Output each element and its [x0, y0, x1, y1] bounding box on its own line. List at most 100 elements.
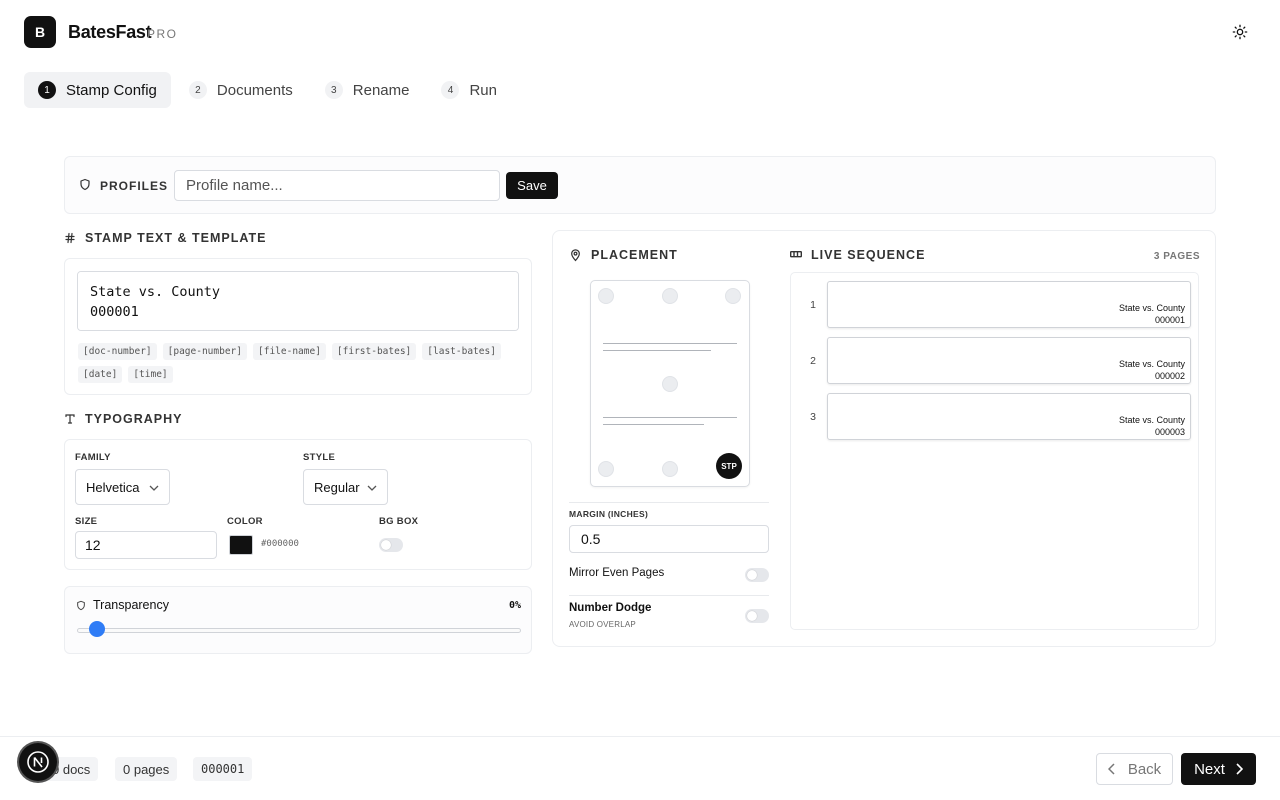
next-button[interactable]: Next: [1181, 753, 1256, 785]
font-size-input[interactable]: [75, 531, 217, 559]
token-file-name[interactable]: [file-name]: [253, 343, 326, 360]
sequence-stamp: State vs. County 000003: [1119, 414, 1185, 438]
dev-tools-badge[interactable]: [19, 743, 57, 781]
stamp-text-heading: STAMP TEXT & TEMPLATE: [64, 231, 266, 245]
position-center[interactable]: [662, 376, 678, 392]
typography-heading-label: TYPOGRAPHY: [85, 412, 183, 426]
sequence-stamp-line1: State vs. County: [1118, 415, 1185, 425]
profile-name-input[interactable]: [174, 170, 500, 201]
page-placement-preview: STP: [590, 280, 750, 487]
position-top-center[interactable]: [662, 288, 678, 304]
hash-icon: [65, 232, 75, 244]
app-tier-badge: PRO: [147, 27, 178, 41]
chevron-right-icon: [1236, 763, 1243, 775]
token-page-number[interactable]: [page-number]: [162, 343, 247, 360]
color-swatch[interactable]: [229, 535, 253, 555]
mirror-even-pages-label: Mirror Even Pages: [569, 567, 665, 579]
wizard-steps: 1 Stamp Config 2 Documents 3 Rename 4 Ru…: [24, 72, 515, 108]
bates-start-chip: 000001: [193, 757, 253, 781]
transparency-slider-thumb[interactable]: [89, 621, 105, 637]
live-sequence-heading-label: LIVE SEQUENCE: [811, 248, 926, 262]
step-run[interactable]: 4 Run: [427, 72, 511, 108]
app-name: BatesFast: [68, 22, 152, 42]
page-line: [603, 350, 711, 351]
sequence-page-preview: State vs. County 000003: [827, 393, 1191, 440]
app-logo-letter: B: [34, 24, 46, 40]
number-dodge-sublabel: AVOID OVERLAP: [569, 620, 636, 629]
step-stamp-config[interactable]: 1 Stamp Config: [24, 72, 171, 108]
position-top-left[interactable]: [598, 288, 614, 304]
page-line: [603, 424, 704, 425]
token-last-bates[interactable]: [last-bates]: [422, 343, 501, 360]
sequence-page-count: 3 PAGES: [1153, 251, 1200, 262]
step-number: 1: [38, 81, 56, 99]
pages-count-chip: 0 pages: [115, 757, 178, 781]
live-sequence-list: 1 State vs. County 000001 2 State vs. Co…: [790, 272, 1199, 630]
sequence-stamp-line1: State vs. County: [1118, 359, 1185, 369]
bg-box-label: BG BOX: [379, 516, 419, 527]
mirror-even-pages-toggle[interactable]: [745, 568, 769, 582]
back-button-label: Back: [1127, 760, 1162, 778]
back-button[interactable]: Back: [1096, 753, 1173, 785]
shield-icon: [80, 178, 90, 191]
transparency-slider-track[interactable]: [77, 628, 521, 633]
font-style-value: Regular: [314, 479, 360, 495]
next-button-label: Next: [1194, 760, 1225, 778]
size-label: SIZE: [75, 516, 98, 527]
margin-input[interactable]: [569, 525, 769, 553]
bg-box-toggle[interactable]: [379, 538, 403, 552]
page-line: [603, 343, 737, 344]
step-rename[interactable]: 3 Rename: [311, 72, 424, 108]
n-logo-icon: [27, 751, 49, 773]
chevron-down-icon: [149, 485, 159, 491]
font-family-value: Helvetica: [86, 479, 140, 495]
template-tokens: [doc-number] [page-number] [file-name] […: [78, 343, 518, 383]
font-style-select[interactable]: Regular: [303, 469, 388, 505]
chevron-down-icon: [367, 485, 377, 491]
sequence-stamp-line2: 000001: [1154, 315, 1185, 325]
family-label: FAMILY: [75, 452, 111, 463]
sequence-page-number: 1: [810, 299, 816, 311]
barcode-icon: [790, 251, 802, 258]
step-label: Documents: [216, 81, 293, 99]
position-bottom-center[interactable]: [662, 461, 678, 477]
theme-toggle-button[interactable]: [1230, 22, 1250, 42]
transparency-value: 0%: [508, 600, 521, 611]
app-logo: B: [24, 16, 56, 48]
typography-heading: TYPOGRAPHY: [64, 412, 183, 426]
type-icon: [65, 414, 75, 424]
sequence-stamp: State vs. County 000002: [1119, 358, 1185, 382]
placement-sequence-card: PLACEMENT STP MARGIN (INCHES) Mirror Eve…: [552, 230, 1216, 647]
save-profile-button[interactable]: Save: [506, 172, 558, 199]
sequence-page-preview: State vs. County 000001: [827, 281, 1191, 328]
live-sequence-heading: LIVE SEQUENCE: [790, 248, 925, 262]
font-family-select[interactable]: Helvetica: [75, 469, 170, 505]
sequence-page-number: 2: [810, 355, 816, 367]
stamp-text-heading-label: STAMP TEXT & TEMPLATE: [85, 231, 267, 245]
position-bottom-left[interactable]: [598, 461, 614, 477]
sequence-stamp: State vs. County 000001: [1119, 302, 1185, 326]
sun-icon: [1232, 24, 1248, 40]
chevron-left-icon: [1107, 763, 1115, 775]
position-bottom-right-selected[interactable]: STP: [716, 453, 742, 479]
divider: [569, 502, 769, 503]
sequence-stamp-line1: State vs. County: [1118, 303, 1185, 313]
sequence-page-preview: State vs. County 000002: [827, 337, 1191, 384]
token-first-bates[interactable]: [first-bates]: [331, 343, 417, 360]
number-dodge-toggle[interactable]: [745, 609, 769, 623]
token-time[interactable]: [time]: [128, 366, 173, 383]
position-top-right[interactable]: [725, 288, 741, 304]
margin-label: MARGIN (INCHES): [569, 509, 649, 519]
sequence-stamp-line2: 000002: [1154, 371, 1185, 381]
step-documents[interactable]: 2 Documents: [175, 72, 307, 108]
number-dodge-label: Number Dodge: [569, 602, 652, 614]
sequence-page-number: 3: [810, 411, 816, 423]
step-label: Stamp Config: [66, 81, 157, 99]
token-doc-number[interactable]: [doc-number]: [78, 343, 157, 360]
sequence-stamp-line2: 000003: [1154, 427, 1185, 437]
style-label: STYLE: [303, 452, 336, 463]
token-date[interactable]: [date]: [78, 366, 123, 383]
color-label: COLOR: [227, 516, 263, 527]
typography-card: FAMILY Helvetica STYLE Regular SIZE COLO…: [64, 439, 532, 570]
stamp-template-textarea[interactable]: State vs. County 000001: [77, 271, 519, 331]
